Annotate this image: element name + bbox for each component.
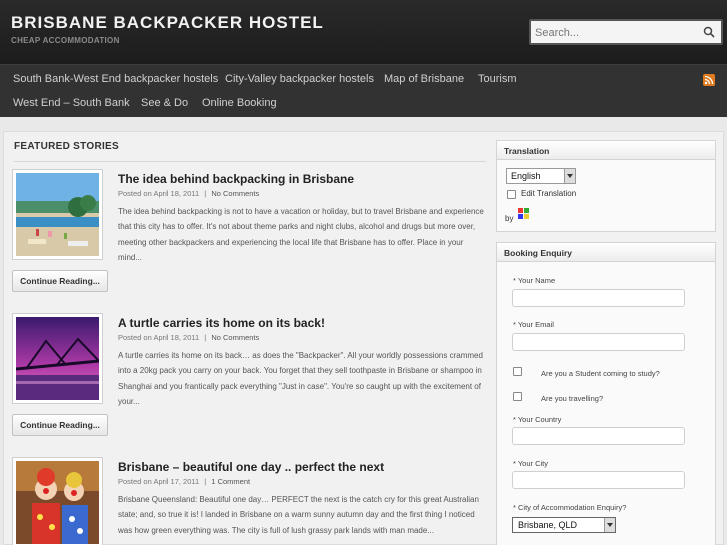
search-icon[interactable] xyxy=(703,26,715,38)
widget-title: Booking Enquiry xyxy=(497,243,715,262)
chevron-down-icon[interactable] xyxy=(564,169,575,183)
main-nav: South Bank-West End backpacker hostels C… xyxy=(0,64,727,117)
comments-link[interactable]: No Comments xyxy=(211,189,259,198)
post-date: Posted on April 18, 2011 xyxy=(118,189,200,198)
travelling-checkbox[interactable] xyxy=(513,392,522,401)
translator-logo-icon[interactable] xyxy=(518,208,529,219)
city-field[interactable] xyxy=(512,471,685,489)
post-thumbnail-beach[interactable] xyxy=(12,169,103,260)
post-meta: Posted on April 17, 2011 | 1 Comment xyxy=(118,477,250,486)
post-title[interactable]: The idea behind backpacking in Brisbane xyxy=(118,172,354,186)
widget-title: Translation xyxy=(497,141,715,160)
site-title[interactable]: BRISBANE BACKPACKER HOSTEL xyxy=(11,13,324,33)
student-checkbox[interactable] xyxy=(513,367,522,376)
post-excerpt: Brisbane Queensland: Beautiful one day… … xyxy=(118,495,479,535)
site-description: CHEAP ACCOMMODATION xyxy=(11,36,120,45)
post-meta: Posted on April 18, 2011 | No Comments xyxy=(118,189,259,198)
name-field[interactable] xyxy=(512,289,685,307)
divider xyxy=(14,161,486,162)
meta-separator: | xyxy=(204,189,207,198)
post-thumbnail-bridge[interactable] xyxy=(12,313,103,404)
nav-item-city-valley-hostels[interactable]: City-Valley backpacker hostels xyxy=(225,73,374,85)
bridge-photo-icon xyxy=(16,317,99,400)
continue-reading-button[interactable]: Continue Reading... xyxy=(12,270,108,292)
booking-enquiry-widget: Booking Enquiry * Your Name * Your Email… xyxy=(496,242,716,545)
search-input[interactable] xyxy=(535,24,695,41)
name-label: * Your Name xyxy=(513,276,556,285)
meta-separator: | xyxy=(204,477,207,486)
post-date: Posted on April 18, 2011 xyxy=(118,333,200,342)
comments-link[interactable]: No Comments xyxy=(211,333,259,342)
accommodation-label: * City of Accommodation Enquiry? xyxy=(513,503,627,512)
post-date: Posted on April 17, 2011 xyxy=(118,477,200,486)
post-meta: Posted on April 18, 2011 | No Comments xyxy=(118,333,259,342)
accommodation-city-select[interactable]: Brisbane, QLD xyxy=(512,517,616,533)
by-label: by xyxy=(505,214,514,223)
site-header: BRISBANE BACKPACKER HOSTEL CHEAP ACCOMMO… xyxy=(0,0,727,64)
country-field[interactable] xyxy=(512,427,685,445)
travelling-label: Are you travelling? xyxy=(541,394,604,403)
post-thumbnail-clowns[interactable] xyxy=(12,457,103,545)
city-label: * Your City xyxy=(513,459,549,468)
nav-item-tourism[interactable]: Tourism xyxy=(478,73,517,85)
edit-translation-checkbox[interactable] xyxy=(507,190,516,199)
beach-photo-icon xyxy=(16,173,99,256)
main-content: FEATURED STORIES The idea behind backpac… xyxy=(3,131,724,545)
nav-item-west-end-south-bank[interactable]: West End – South Bank xyxy=(13,97,130,109)
nav-item-south-bank-hostels[interactable]: South Bank-West End backpacker hostels xyxy=(13,73,218,85)
clowns-photo-icon xyxy=(16,461,99,544)
accommodation-city-value: Brisbane, QLD xyxy=(518,520,578,530)
post-excerpt: The idea behind backpacking is not to ha… xyxy=(118,207,484,262)
post-excerpt: A turtle carries its home on its back… a… xyxy=(118,351,483,406)
post-title[interactable]: Brisbane – beautiful one day .. perfect … xyxy=(118,460,384,474)
student-label: Are you a Student coming to study? xyxy=(541,369,660,378)
language-select-value: English xyxy=(511,171,541,181)
post-title[interactable]: A turtle carries its home on its back! xyxy=(118,316,325,330)
edit-translation-label: Edit Translation xyxy=(521,189,577,198)
nav-item-see-and-do[interactable]: See & Do xyxy=(141,97,188,109)
rss-icon[interactable] xyxy=(703,74,715,86)
country-label: * Your Country xyxy=(513,415,562,424)
translation-widget: Translation English Edit Translation by xyxy=(496,140,716,232)
comments-link[interactable]: 1 Comment xyxy=(211,477,250,486)
email-field[interactable] xyxy=(512,333,685,351)
nav-item-online-booking[interactable]: Online Booking xyxy=(202,97,277,109)
search-box[interactable] xyxy=(529,19,723,45)
nav-item-map-of-brisbane[interactable]: Map of Brisbane xyxy=(384,73,464,85)
language-select[interactable]: English xyxy=(506,168,576,184)
featured-heading: FEATURED STORIES xyxy=(14,141,119,152)
email-label: * Your Email xyxy=(513,320,554,329)
meta-separator: | xyxy=(204,333,207,342)
chevron-down-icon[interactable] xyxy=(604,518,615,532)
continue-reading-button[interactable]: Continue Reading... xyxy=(12,414,108,436)
